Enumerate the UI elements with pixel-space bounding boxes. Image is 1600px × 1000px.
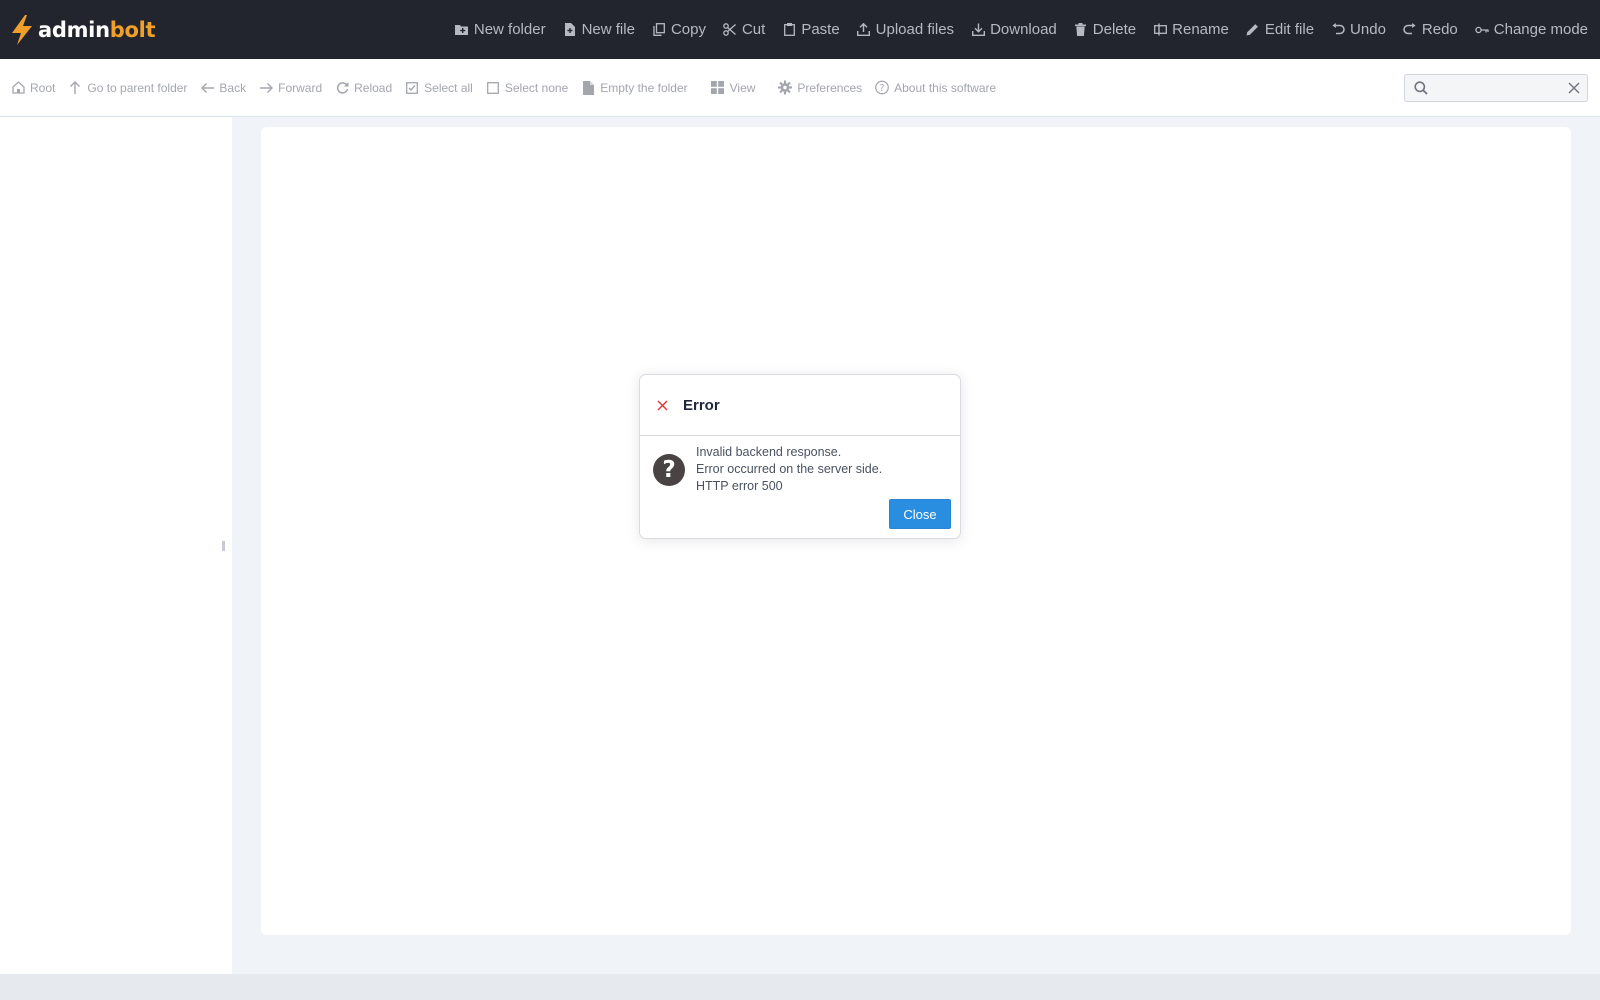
bolt-icon bbox=[12, 14, 32, 45]
empty-folder-button[interactable]: Empty the folder bbox=[581, 80, 688, 95]
file-actions-menu: New folder New file Copy Cut Paste Uploa… bbox=[438, 0, 1588, 59]
pencil-icon bbox=[1246, 23, 1260, 37]
cut-icon bbox=[723, 23, 737, 37]
download-icon bbox=[971, 23, 985, 37]
new-folder-button[interactable]: New folder bbox=[455, 21, 546, 38]
rename-button[interactable]: Rename bbox=[1153, 21, 1229, 38]
redo-icon bbox=[1403, 23, 1417, 37]
dialog-message: Invalid backend response. Error occurred… bbox=[696, 444, 882, 495]
redo-button[interactable]: Redo bbox=[1403, 21, 1458, 38]
undo-button[interactable]: Undo bbox=[1331, 21, 1386, 38]
upload-icon bbox=[857, 23, 871, 37]
dialog-body: ? Invalid backend response. Error occurr… bbox=[640, 436, 960, 495]
select-all-button[interactable]: Select all bbox=[405, 81, 473, 95]
dialog-message-line: Invalid backend response. bbox=[696, 445, 842, 459]
grid-icon bbox=[711, 81, 725, 95]
new-file-button[interactable]: New file bbox=[563, 21, 635, 38]
forward-button[interactable]: Forward bbox=[259, 81, 322, 95]
reload-button[interactable]: Reload bbox=[335, 81, 392, 95]
key-icon bbox=[1475, 23, 1489, 37]
back-button[interactable]: Back bbox=[200, 81, 246, 95]
clear-search-icon[interactable] bbox=[1568, 82, 1580, 94]
view-button[interactable]: View bbox=[711, 81, 755, 95]
help-circle-icon: ? bbox=[875, 80, 889, 95]
rename-icon bbox=[1153, 23, 1167, 37]
paste-icon bbox=[782, 23, 796, 37]
arrow-up-icon bbox=[68, 81, 82, 95]
error-dialog: Error ? Invalid backend response. Error … bbox=[639, 374, 961, 539]
root-button[interactable]: Root bbox=[11, 81, 55, 95]
change-mode-button[interactable]: Change mode bbox=[1475, 21, 1588, 38]
edit-file-button[interactable]: Edit file bbox=[1246, 21, 1314, 38]
file-empty-icon bbox=[581, 80, 595, 95]
panel-resize-handle[interactable] bbox=[222, 541, 225, 551]
download-button[interactable]: Download bbox=[971, 21, 1057, 38]
new-file-icon bbox=[563, 23, 577, 37]
arrow-right-icon bbox=[259, 81, 273, 95]
folder-tree-panel bbox=[0, 117, 232, 974]
dialog-message-line: Error occurred on the server side. bbox=[696, 462, 883, 476]
dialog-close-icon[interactable] bbox=[657, 399, 668, 411]
navigation-toolbar: Root Go to parent folder Back Forward Re… bbox=[0, 59, 1600, 117]
dialog-message-line: HTTP error 500 bbox=[696, 479, 783, 493]
dialog-header: Error bbox=[640, 375, 960, 436]
checkbox-checked-icon bbox=[405, 81, 419, 95]
logo-text: adminbolt bbox=[38, 17, 156, 42]
undo-icon bbox=[1331, 23, 1345, 37]
paste-button[interactable]: Paste bbox=[782, 21, 840, 38]
parent-folder-button[interactable]: Go to parent folder bbox=[68, 81, 187, 95]
search-icon bbox=[1414, 81, 1428, 95]
arrow-left-icon bbox=[200, 81, 214, 95]
search-box bbox=[1404, 74, 1588, 102]
delete-button[interactable]: Delete bbox=[1074, 21, 1136, 38]
dialog-title: Error bbox=[683, 396, 720, 414]
question-icon: ? bbox=[653, 454, 685, 486]
preferences-button[interactable]: Preferences bbox=[778, 80, 862, 95]
close-button[interactable]: Close bbox=[889, 499, 951, 529]
home-icon bbox=[11, 81, 25, 95]
new-folder-icon bbox=[455, 23, 469, 37]
gear-icon bbox=[778, 80, 793, 95]
copy-icon bbox=[652, 23, 666, 37]
upload-files-button[interactable]: Upload files bbox=[857, 21, 954, 38]
select-none-button[interactable]: Select none bbox=[486, 81, 568, 95]
reload-icon bbox=[335, 81, 349, 95]
checkbox-empty-icon bbox=[486, 81, 500, 95]
status-bar bbox=[0, 974, 1600, 1000]
about-button[interactable]: ? About this software bbox=[875, 81, 996, 95]
top-bar: adminbolt New folder New file Copy Cut P… bbox=[0, 0, 1600, 59]
copy-button[interactable]: Copy bbox=[652, 21, 706, 38]
app-logo: adminbolt bbox=[10, 0, 156, 59]
svg-text:?: ? bbox=[880, 83, 885, 94]
cut-button[interactable]: Cut bbox=[723, 21, 765, 38]
trash-icon bbox=[1074, 23, 1088, 37]
search-input[interactable] bbox=[1434, 75, 1568, 101]
